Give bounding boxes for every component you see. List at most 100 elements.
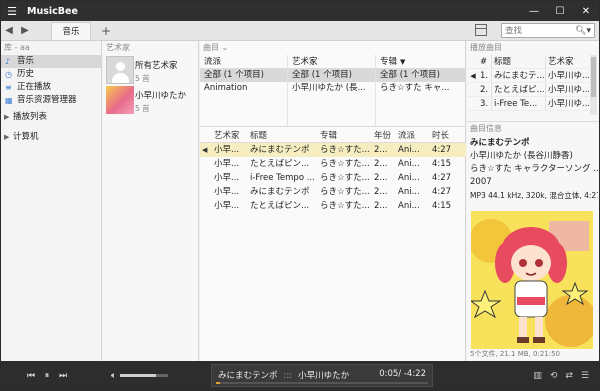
back-arrow-icon[interactable]: ◀ (1, 25, 17, 36)
add-tab-button[interactable]: + (101, 24, 111, 38)
column-header-year[interactable]: 年份 (372, 129, 396, 142)
track-row[interactable]: 小早... たとえばピン... らき☆すた... 2... Ani... 4:1… (200, 157, 466, 171)
column-header-genre[interactable]: 流派 (396, 129, 430, 142)
app-window: ☰ MusicBee — ☐ ✕ ◀ ▶ 音乐 + 🔍︎▾ 库 - aa ♪ 音… (0, 0, 600, 391)
sidebar-item-music-explorer[interactable]: ▦ 音乐资源管理器 (1, 94, 101, 107)
filter-artist: 艺术家 全部 (1 个项目) 小早川ゆたか (長... (288, 55, 376, 126)
column-header-time[interactable]: 时长 (430, 129, 466, 142)
forward-arrow-icon[interactable]: ▶ (17, 25, 33, 36)
playing-icon: ◀ (470, 72, 476, 80)
sidebar-item-label: 正在播放 (17, 82, 52, 92)
music-note-icon: ♪ (5, 57, 11, 66)
songs-panel: 曲目 ⌄ 流派 全部 (1 个项目) Animation 艺术家 全部 (1 个… (200, 41, 466, 361)
pause-icon[interactable]: ⏸ (39, 371, 55, 381)
track-artist: 小早... (214, 145, 240, 155)
track-row[interactable]: ◀ 小早... みにまむテンポ らき☆すた... 2... Ani... 4:2… (200, 143, 466, 157)
track-artist: 小早... (214, 159, 240, 169)
layout-icon[interactable] (475, 24, 487, 36)
previous-track-icon[interactable]: ⏮ (23, 371, 39, 381)
track-album: らき☆すた... (320, 159, 370, 169)
track-row[interactable]: 小早... みにまむテンポ らき☆すた... 2... Ani... 4:27 (200, 185, 466, 199)
now-playing-text: みにまむテンポ::: 小早川ゆたか (218, 369, 349, 381)
title-bar: ☰ MusicBee — ☐ ✕ (1, 1, 599, 21)
sidebar-group-label: 计算机 (13, 132, 39, 142)
filter-header[interactable]: 流派 (200, 55, 287, 69)
artist-name: 所有艺术家 (135, 61, 178, 71)
track-title: みにまむテ... (491, 69, 545, 82)
column-header-title[interactable]: 标题 (491, 55, 545, 68)
sort-down-icon: ▼ (400, 58, 406, 66)
artist-placeholder-icon (106, 56, 134, 84)
minimize-icon[interactable]: — (521, 6, 547, 17)
filter-item[interactable]: Animation (200, 82, 287, 95)
equalizer-icon[interactable]: ▥ (533, 371, 542, 381)
column-header-number[interactable]: # (479, 55, 491, 68)
filter-header[interactable]: 专辑 ▼ (376, 55, 466, 69)
playing-icon: ◀ (202, 146, 208, 154)
music-explorer-icon: ▦ (5, 96, 13, 105)
sidebar-item-now-playing[interactable]: ≡ 正在播放 (1, 81, 101, 94)
track-artist: 小早川ゆ... (545, 97, 589, 110)
now-playing-separator: ::: (283, 371, 293, 381)
track-info-header: 曲目信息 (467, 121, 599, 134)
track-info: みにまむテンポ 小早川ゆたか (長谷川静香) らき☆すた キャラクターソング .… (470, 137, 598, 202)
chevron-right-icon: ▶ (4, 113, 10, 121)
filter-header[interactable]: 艺术家 (288, 55, 375, 69)
column-header-artist[interactable]: 艺术家 (212, 129, 248, 142)
column-header-title[interactable]: 标题 (248, 129, 318, 142)
artist-row[interactable]: 小早川ゆたか 5 首 (103, 85, 198, 115)
now-playing-row[interactable]: 2. たとえばピ... 小早川ゆ... (467, 83, 589, 97)
track-artist: 小早... (214, 173, 240, 183)
now-playing-bar: みにまむテンポ::: 小早川ゆたか 0:05/ -4:22 (211, 364, 433, 387)
playback-progress-bar[interactable] (216, 382, 428, 384)
filter-item[interactable]: 全部 (1 个项目) (200, 69, 287, 82)
history-icon: ◷ (5, 70, 12, 79)
sidebar-group-computer[interactable]: ▶ 计算机 (1, 127, 101, 147)
tab-music[interactable]: 音乐 (51, 21, 91, 40)
filter-item[interactable]: 全部 (1 个项目) (376, 69, 466, 82)
next-track-icon[interactable]: ⏭ (55, 371, 71, 381)
artist-thumbnail (106, 86, 134, 114)
playback-time: 0:05/ -4:22 (379, 369, 426, 379)
track-list-header: 艺术家 标题 专辑 年份 流派 时长 (200, 129, 466, 143)
shuffle-icon[interactable]: ⇄ (565, 371, 573, 381)
track-genre: Ani... (398, 173, 420, 183)
search-icon[interactable]: 🔍︎▾ (575, 26, 594, 36)
info-artist: 小早川ゆたか (長谷川静香) (470, 151, 573, 161)
search-input[interactable] (502, 25, 572, 36)
artist-row-all[interactable]: 所有艺术家 5 首 (103, 55, 198, 85)
now-playing-scrollbar[interactable] (590, 55, 597, 115)
artist-track-count: 5 首 (135, 104, 150, 113)
track-year: 2... (374, 187, 388, 197)
track-title: たとえばピン... (250, 159, 310, 169)
now-playing-title: みにまむテンポ (218, 371, 278, 381)
now-playing-row[interactable]: 3. i-Free Te... 小早川ゆ... (467, 97, 589, 111)
track-row[interactable]: 小早... たとえばピン... らき☆すた... 2... Ani... 4:1… (200, 199, 466, 213)
sidebar-group-playlists[interactable]: ▶ 播放列表 (1, 107, 101, 127)
volume-icon[interactable]: 🔈︎ (111, 371, 116, 381)
list-icon[interactable]: ☰ (581, 371, 589, 381)
track-artist: 小早川ゆ... (545, 83, 589, 96)
column-header-artist[interactable]: 艺术家 (545, 55, 589, 68)
repeat-icon[interactable]: ⟲ (550, 371, 558, 381)
artist-name: 小早川ゆたか (135, 91, 187, 101)
volume-slider[interactable] (120, 374, 169, 377)
songs-panel-header[interactable]: 曲目 ⌄ (200, 41, 465, 55)
track-year: 2... (374, 145, 388, 155)
hamburger-menu-icon[interactable]: ☰ (1, 5, 23, 18)
close-icon[interactable]: ✕ (573, 6, 599, 17)
column-header-album[interactable]: 专辑 (318, 129, 372, 142)
playback-progress (216, 382, 221, 384)
filter-genre: 流派 全部 (1 个项目) Animation (200, 55, 288, 126)
track-row[interactable]: 小早... i-Free Tempo ... らき☆すた... 2... Ani… (200, 171, 466, 185)
sidebar-item-label: 音乐 (17, 56, 35, 66)
maximize-icon[interactable]: ☐ (547, 6, 573, 17)
filter-item[interactable]: らき☆すた キャ... (376, 82, 466, 95)
filter-item[interactable]: 小早川ゆたか (長... (288, 82, 375, 95)
sidebar-item-music[interactable]: ♪ 音乐 (1, 55, 101, 68)
filter-item[interactable]: 全部 (1 个项目) (288, 69, 375, 82)
track-genre: Ani... (398, 145, 420, 155)
track-title: たとえばピン... (250, 201, 310, 211)
sidebar-item-history[interactable]: ◷ 历史 (1, 68, 101, 81)
now-playing-row[interactable]: ◀ 1. みにまむテ... 小早川ゆ... (467, 69, 589, 83)
